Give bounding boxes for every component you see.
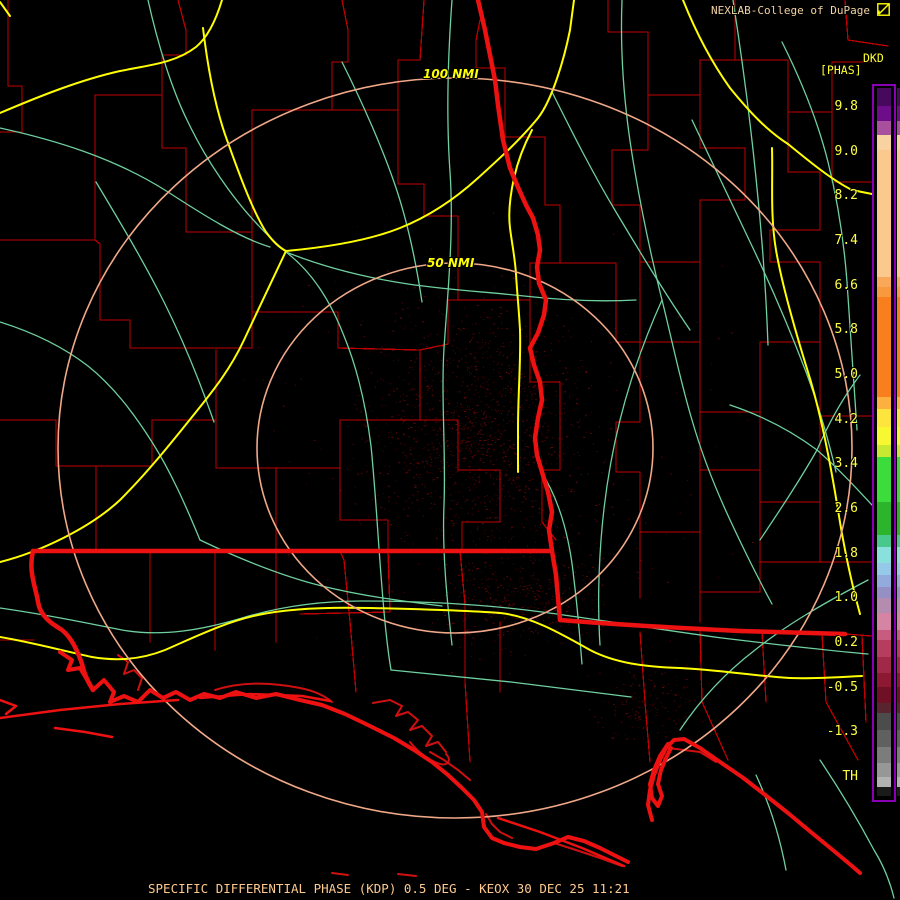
scale-label: -1.3 [826,724,858,740]
scale-label: 1.0 [834,590,858,606]
product-title: SPECIFIC DIFFERENTIAL PHASE (KDP) 0.5 DE… [148,881,630,896]
scale-label: 7.4 [834,233,858,248]
scale-color-segment [877,640,891,657]
scale-label: 4.2 [834,411,858,427]
scale-color-segment [877,135,891,150]
scale-color-segment [877,713,891,730]
scale-label: 0.2 [834,635,858,651]
county-lines [0,0,889,763]
scale-label: -0.5 [826,679,858,695]
scale-label: 2.6 [834,501,858,517]
range-ring-label-50nmi: 50 NMI [427,256,475,270]
scale-color-segment [877,630,891,640]
scale-color-segment [877,106,891,121]
scale-color-segment [877,535,891,547]
radar-map-canvas [0,0,895,899]
scale-color-segment [877,563,891,575]
scale-color-segment [877,445,891,457]
scale-label: 1.8 [834,545,858,561]
scale-color-segment [877,277,891,287]
scale-color-segment [877,787,891,796]
scale-color-segment [877,88,891,106]
range-rings [57,77,853,819]
scale-color-segment [877,703,891,713]
station-header: NEXLAB-College of DuPage [711,4,870,17]
scale-color-segment [877,397,891,409]
scale-color-segment [877,598,891,613]
scale-label: 5.8 [834,322,858,338]
range-ring-label-100nmi: 100 NMI [423,67,479,81]
radar-display: NEXLAB-College of DuPage DKD [PHAS] 100 … [0,0,900,900]
scale-color-segment [877,547,891,563]
range-ring-100-nmi [57,77,853,819]
range-ring-50-nmi [256,262,654,634]
scale-color-segment [877,121,891,135]
scale-label: 6.6 [834,277,858,293]
scale-color-segment [877,287,891,297]
state-borders [29,0,848,693]
scale-label: TH [842,769,858,785]
scale-color-segment [877,613,891,630]
product-code-label: DKD [863,51,884,65]
scale-label: 9.0 [834,143,858,159]
scale-color-segment [877,297,891,397]
scale-color-segment [877,730,891,747]
scale-color-segment [877,687,891,703]
barrier-islands [0,692,626,868]
scale-color-segment [877,457,891,502]
highways-yellow [0,0,873,680]
scale-color-segment [877,587,891,598]
scale-label: 8.2 [834,188,858,204]
scale-color-segment [877,657,891,673]
scale-color-segment [877,763,891,777]
scale-color-segment [877,409,891,427]
cod-logo-icon [877,3,890,16]
color-scale-bar [872,84,896,802]
scale-color-segment [877,575,891,587]
scale-color-segment [877,150,891,277]
scale-label: 3.4 [834,456,858,472]
scale-label: 5.0 [834,367,858,383]
scale-color-segment [877,673,891,687]
scale-color-segment [877,777,891,787]
scale-color-segment [877,427,891,445]
product-units-label: [PHAS] [820,63,862,77]
scale-label: 9.8 [834,99,858,114]
scale-color-segment [877,502,891,535]
scale-color-segment [877,747,891,763]
coastline [58,650,862,875]
bay-detail-lines [117,654,717,877]
